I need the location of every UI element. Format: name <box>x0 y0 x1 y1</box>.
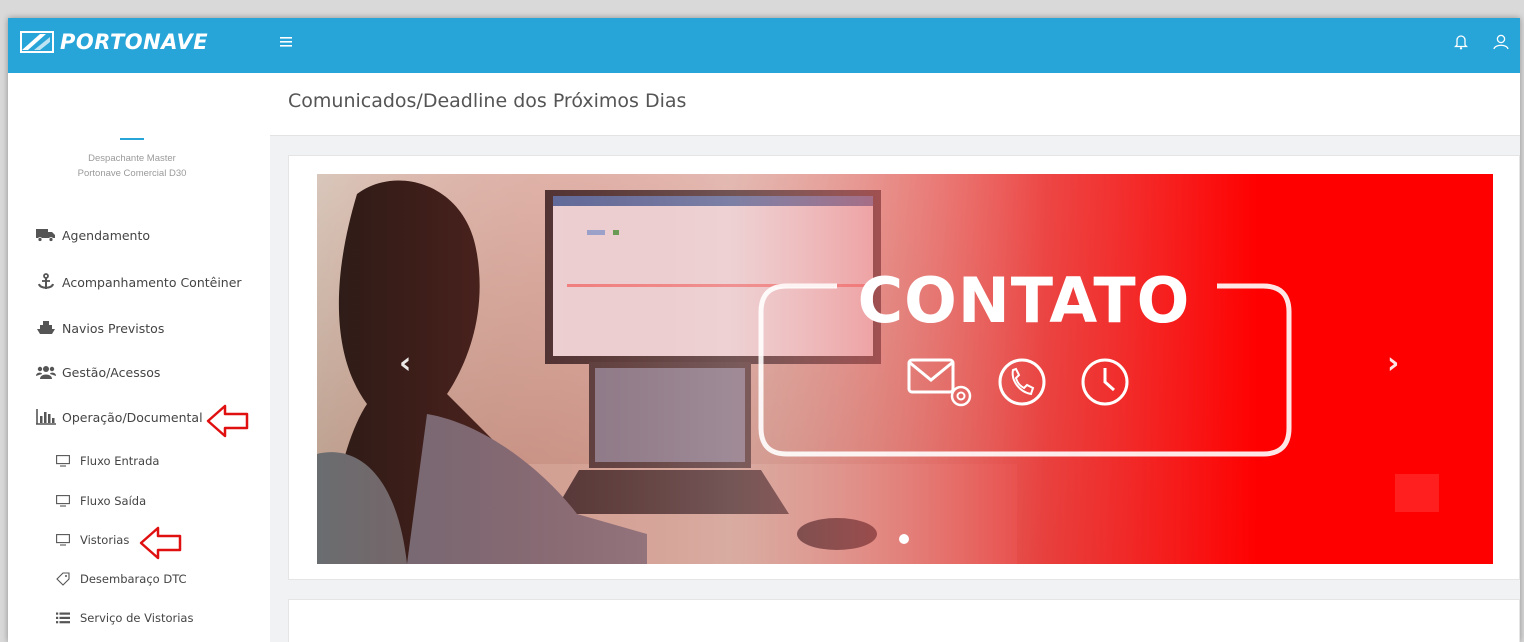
top-navbar: PORTONAVE <box>8 18 1520 73</box>
sidebar-subitem-label: Fluxo Saída <box>80 494 147 508</box>
avatar-placeholder <box>120 138 144 140</box>
annotation-arrow-icon <box>139 526 182 560</box>
banner-image <box>317 174 1493 564</box>
sidebar-item-label: Navios Previstos <box>62 320 165 336</box>
sidebar-item-agendamento[interactable]: Agendamento <box>36 227 150 243</box>
monitor-icon <box>56 534 70 546</box>
sidebar-item-label: Operação/Documental <box>62 409 203 425</box>
list-icon <box>56 612 70 624</box>
sidebar-subitem-label: Vistorias <box>80 533 130 547</box>
sidebar-subitem-servico-vistorias[interactable]: Serviço de Vistorias <box>56 611 193 625</box>
carousel-prev-button[interactable]: ‹ <box>399 346 411 381</box>
user-icon[interactable] <box>1492 33 1510 55</box>
profile-company: Portonave Comercial D30 <box>77 168 187 179</box>
banner-title: CONTATO <box>857 264 1191 337</box>
sidebar-item-operacao[interactable]: Operação/Documental <box>36 409 203 425</box>
page-title: Comunicados/Deadline dos Próximos Dias <box>288 90 687 112</box>
sidebar-item-navios[interactable]: Navios Previstos <box>36 320 164 336</box>
bar-chart-icon <box>36 409 56 425</box>
anchor-icon <box>36 273 56 290</box>
sidebar-item-label: Agendamento <box>62 227 151 243</box>
profile-role: Despachante Master <box>88 153 176 164</box>
sidebar-subitem-desembaraco[interactable]: Desembaraço DTC <box>56 572 187 586</box>
logo-icon <box>20 31 54 53</box>
banner-carousel[interactable]: CONTATO ‹ › <box>317 174 1493 564</box>
app-window: PORTONAVE Despachante Master Portonave C… <box>8 18 1520 642</box>
tag-icon <box>56 572 70 586</box>
sidebar-subitem-label: Desembaraço DTC <box>80 572 187 586</box>
logo-text: PORTONAVE <box>60 30 209 54</box>
monitor-icon <box>56 495 70 507</box>
sidebar-subitem-fluxo-entrada[interactable]: Fluxo Entrada <box>56 454 159 468</box>
page-header: Comunicados/Deadline dos Próximos Dias <box>270 73 1520 136</box>
sidebar-item-acompanhamento[interactable]: Acompanhamento Contêiner <box>36 273 242 290</box>
monitor-icon <box>56 455 70 467</box>
sidebar-subitem-label: Fluxo Entrada <box>80 454 160 468</box>
users-icon <box>36 364 56 380</box>
ship-icon <box>36 320 56 336</box>
sidebar-item-gestao[interactable]: Gestão/Acessos <box>36 364 160 380</box>
sidebar-subitem-fluxo-saida[interactable]: Fluxo Saída <box>56 494 146 508</box>
sidebar-subitem-label: Serviço de Vistorias <box>80 611 194 625</box>
carousel-indicator[interactable] <box>899 534 909 544</box>
secondary-panel <box>288 599 1520 642</box>
sidebar-subitem-vistorias[interactable]: Vistorias <box>56 533 129 547</box>
hamburger-icon[interactable] <box>280 32 294 53</box>
truck-icon <box>36 227 56 243</box>
main-content: Comunicados/Deadline dos Próximos Dias C… <box>270 73 1520 642</box>
announcements-panel: CONTATO ‹ › <box>288 155 1520 580</box>
annotation-arrow-icon <box>206 404 249 438</box>
bell-icon[interactable] <box>1453 34 1469 54</box>
carousel-next-button[interactable]: › <box>1387 346 1399 381</box>
sidebar: Despachante Master Portonave Comercial D… <box>8 73 270 642</box>
sidebar-item-label: Acompanhamento Contêiner <box>62 274 242 290</box>
portonave-logo[interactable]: PORTONAVE <box>20 30 208 54</box>
sidebar-item-label: Gestão/Acessos <box>62 364 161 380</box>
